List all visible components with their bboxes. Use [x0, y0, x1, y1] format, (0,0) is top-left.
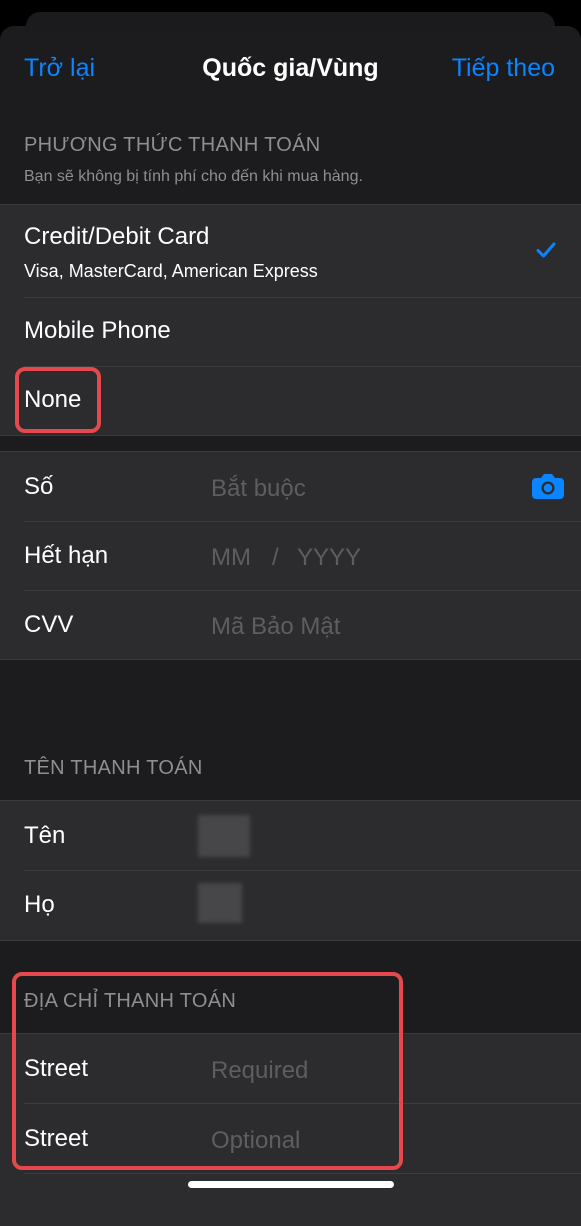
first-name-redacted [198, 815, 250, 857]
cvv-input[interactable]: Mã Bảo Mật [211, 613, 340, 641]
payment-method-subtitle: Bạn sẽ không bị tính phí cho đến khi mua… [24, 168, 363, 185]
option-mobile-phone[interactable]: Mobile Phone [0, 298, 581, 366]
expiry-year-input[interactable]: YYYY [297, 544, 361, 572]
option-credit-card-subtitle: Visa, MasterCard, American Express [24, 261, 318, 281]
expiry-row[interactable]: Hết hạn MM / YYYY [0, 522, 581, 590]
payment-method-header: PHƯƠNG THỨC THANH TOÁN [24, 134, 321, 156]
card-number-label: Số [24, 473, 54, 500]
option-credit-card-title: Credit/Debit Card [24, 223, 210, 250]
next-button[interactable]: Tiếp theo [452, 54, 555, 83]
cvv-row[interactable]: CVV Mã Bảo Mật [0, 591, 581, 659]
first-name-label: Tên [24, 822, 66, 849]
expiry-label: Hết hạn [24, 542, 109, 569]
first-name-row[interactable]: Tên [0, 801, 581, 870]
payment-sheet: Trở lại Quốc gia/Vùng Tiếp theo PHƯƠNG T… [0, 26, 581, 1226]
last-name-redacted [198, 883, 242, 923]
none-option-highlight [15, 367, 101, 433]
expiry-month-input[interactable]: MM [211, 544, 251, 572]
last-name-label: Họ [24, 891, 55, 918]
option-credit-card[interactable]: Credit/Debit Card Visa, MasterCard, Amer… [0, 205, 581, 297]
back-button[interactable]: Trở lại [24, 54, 95, 83]
divider [24, 1173, 581, 1174]
checkmark-icon [536, 242, 556, 258]
billing-name-group: Tên Họ [0, 800, 581, 941]
card-number-input[interactable]: Bắt buộc [211, 475, 306, 503]
billing-name-header: TÊN THANH TOÁN [24, 757, 203, 779]
card-number-row[interactable]: Số Bắt buộc [0, 452, 581, 521]
expiry-separator: / [272, 544, 279, 571]
navigation-bar: Trở lại Quốc gia/Vùng Tiếp theo [0, 26, 581, 112]
card-details-group: Số Bắt buộc Hết hạn MM / YYYY CVV Mã Bảo… [0, 451, 581, 660]
option-mobile-phone-title: Mobile Phone [24, 317, 171, 344]
camera-icon[interactable] [531, 472, 565, 500]
last-name-row[interactable]: Họ [0, 871, 581, 940]
home-indicator [188, 1181, 394, 1188]
cvv-label: CVV [24, 611, 74, 638]
billing-address-highlight [12, 972, 403, 1170]
